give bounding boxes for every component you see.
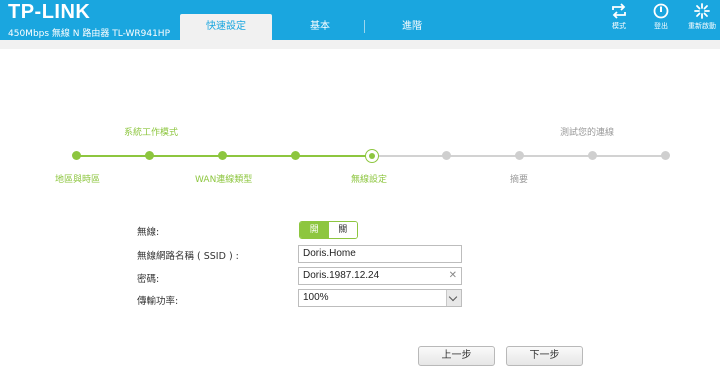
next-button[interactable]: 下一步 — [506, 346, 583, 366]
step-label-summary: 摘要 — [510, 175, 529, 185]
mode-label: 模式 — [612, 22, 626, 30]
tab-label: 基本 — [310, 21, 330, 32]
step-dot-summary — [515, 151, 524, 160]
ssid-input[interactable]: Doris.Home — [298, 245, 462, 263]
power-icon — [643, 2, 679, 22]
step-label-wireless-settings: 無線設定 — [351, 175, 388, 185]
password-value: Doris.1987.12.24 — [303, 270, 380, 281]
step-dot-8 — [588, 151, 597, 160]
step-dot-wireless-settings — [365, 149, 379, 163]
wireless-label: 無線: — [137, 227, 160, 238]
mode-switch-icon — [601, 2, 637, 22]
mode-button[interactable]: 模式 — [601, 2, 637, 31]
tx-power-label: 傳輸功率: — [137, 296, 179, 307]
step-dot-region-timezone — [72, 151, 81, 160]
ssid-value: Doris.Home — [303, 248, 356, 259]
clear-icon[interactable]: ✕ — [449, 268, 457, 284]
tab-quick-setup[interactable]: 快速設定 — [180, 14, 272, 40]
brand-logo: TP-LINK — [8, 1, 91, 23]
tab-advanced[interactable]: 進階 — [372, 14, 452, 40]
wireless-off-option[interactable]: 關 — [328, 222, 357, 238]
tx-power-value: 100% — [303, 292, 329, 303]
reboot-button[interactable]: 重新啟動 — [684, 2, 720, 31]
tab-label: 快速設定 — [206, 21, 246, 32]
tab-label: 進階 — [402, 21, 422, 32]
step-dot-test-connection — [661, 151, 670, 160]
back-button[interactable]: 上一步 — [418, 346, 495, 366]
step-label-region-timezone: 地區與時區 — [55, 175, 101, 185]
step-label-test-connection: 測試您的連線 — [560, 128, 615, 138]
step-dot-4 — [291, 151, 300, 160]
logout-label: 登出 — [654, 22, 668, 30]
step-dot-6 — [442, 151, 451, 160]
reboot-icon — [684, 2, 720, 22]
tx-power-select[interactable]: 100% — [298, 289, 462, 307]
model-name: 450Mbps 無線 N 路由器 TL-WR941HP — [8, 29, 170, 39]
logout-button[interactable]: 登出 — [643, 2, 679, 31]
step-dot-wan-type — [218, 151, 227, 160]
password-input[interactable]: Doris.1987.12.24 ✕ — [298, 267, 462, 285]
step-dot-operation-mode — [145, 151, 154, 160]
step-label-wan-type: WAN連線類型 — [195, 175, 253, 185]
tab-divider — [364, 20, 365, 33]
step-label-operation-mode: 系統工作模式 — [124, 128, 179, 138]
tab-basic[interactable]: 基本 — [280, 14, 360, 40]
reboot-label: 重新啟動 — [688, 22, 716, 30]
chevron-down-icon[interactable] — [446, 290, 461, 306]
ssid-label: 無線網路名稱 ( SSID ) : — [137, 251, 239, 262]
header-subbar — [0, 40, 720, 49]
password-label: 密碼: — [137, 274, 160, 285]
wireless-toggle[interactable]: 開 關 — [299, 221, 358, 239]
top-header: TP-LINK 450Mbps 無線 N 路由器 TL-WR941HP 快速設定… — [0, 0, 720, 40]
wireless-on-option[interactable]: 開 — [300, 222, 329, 238]
